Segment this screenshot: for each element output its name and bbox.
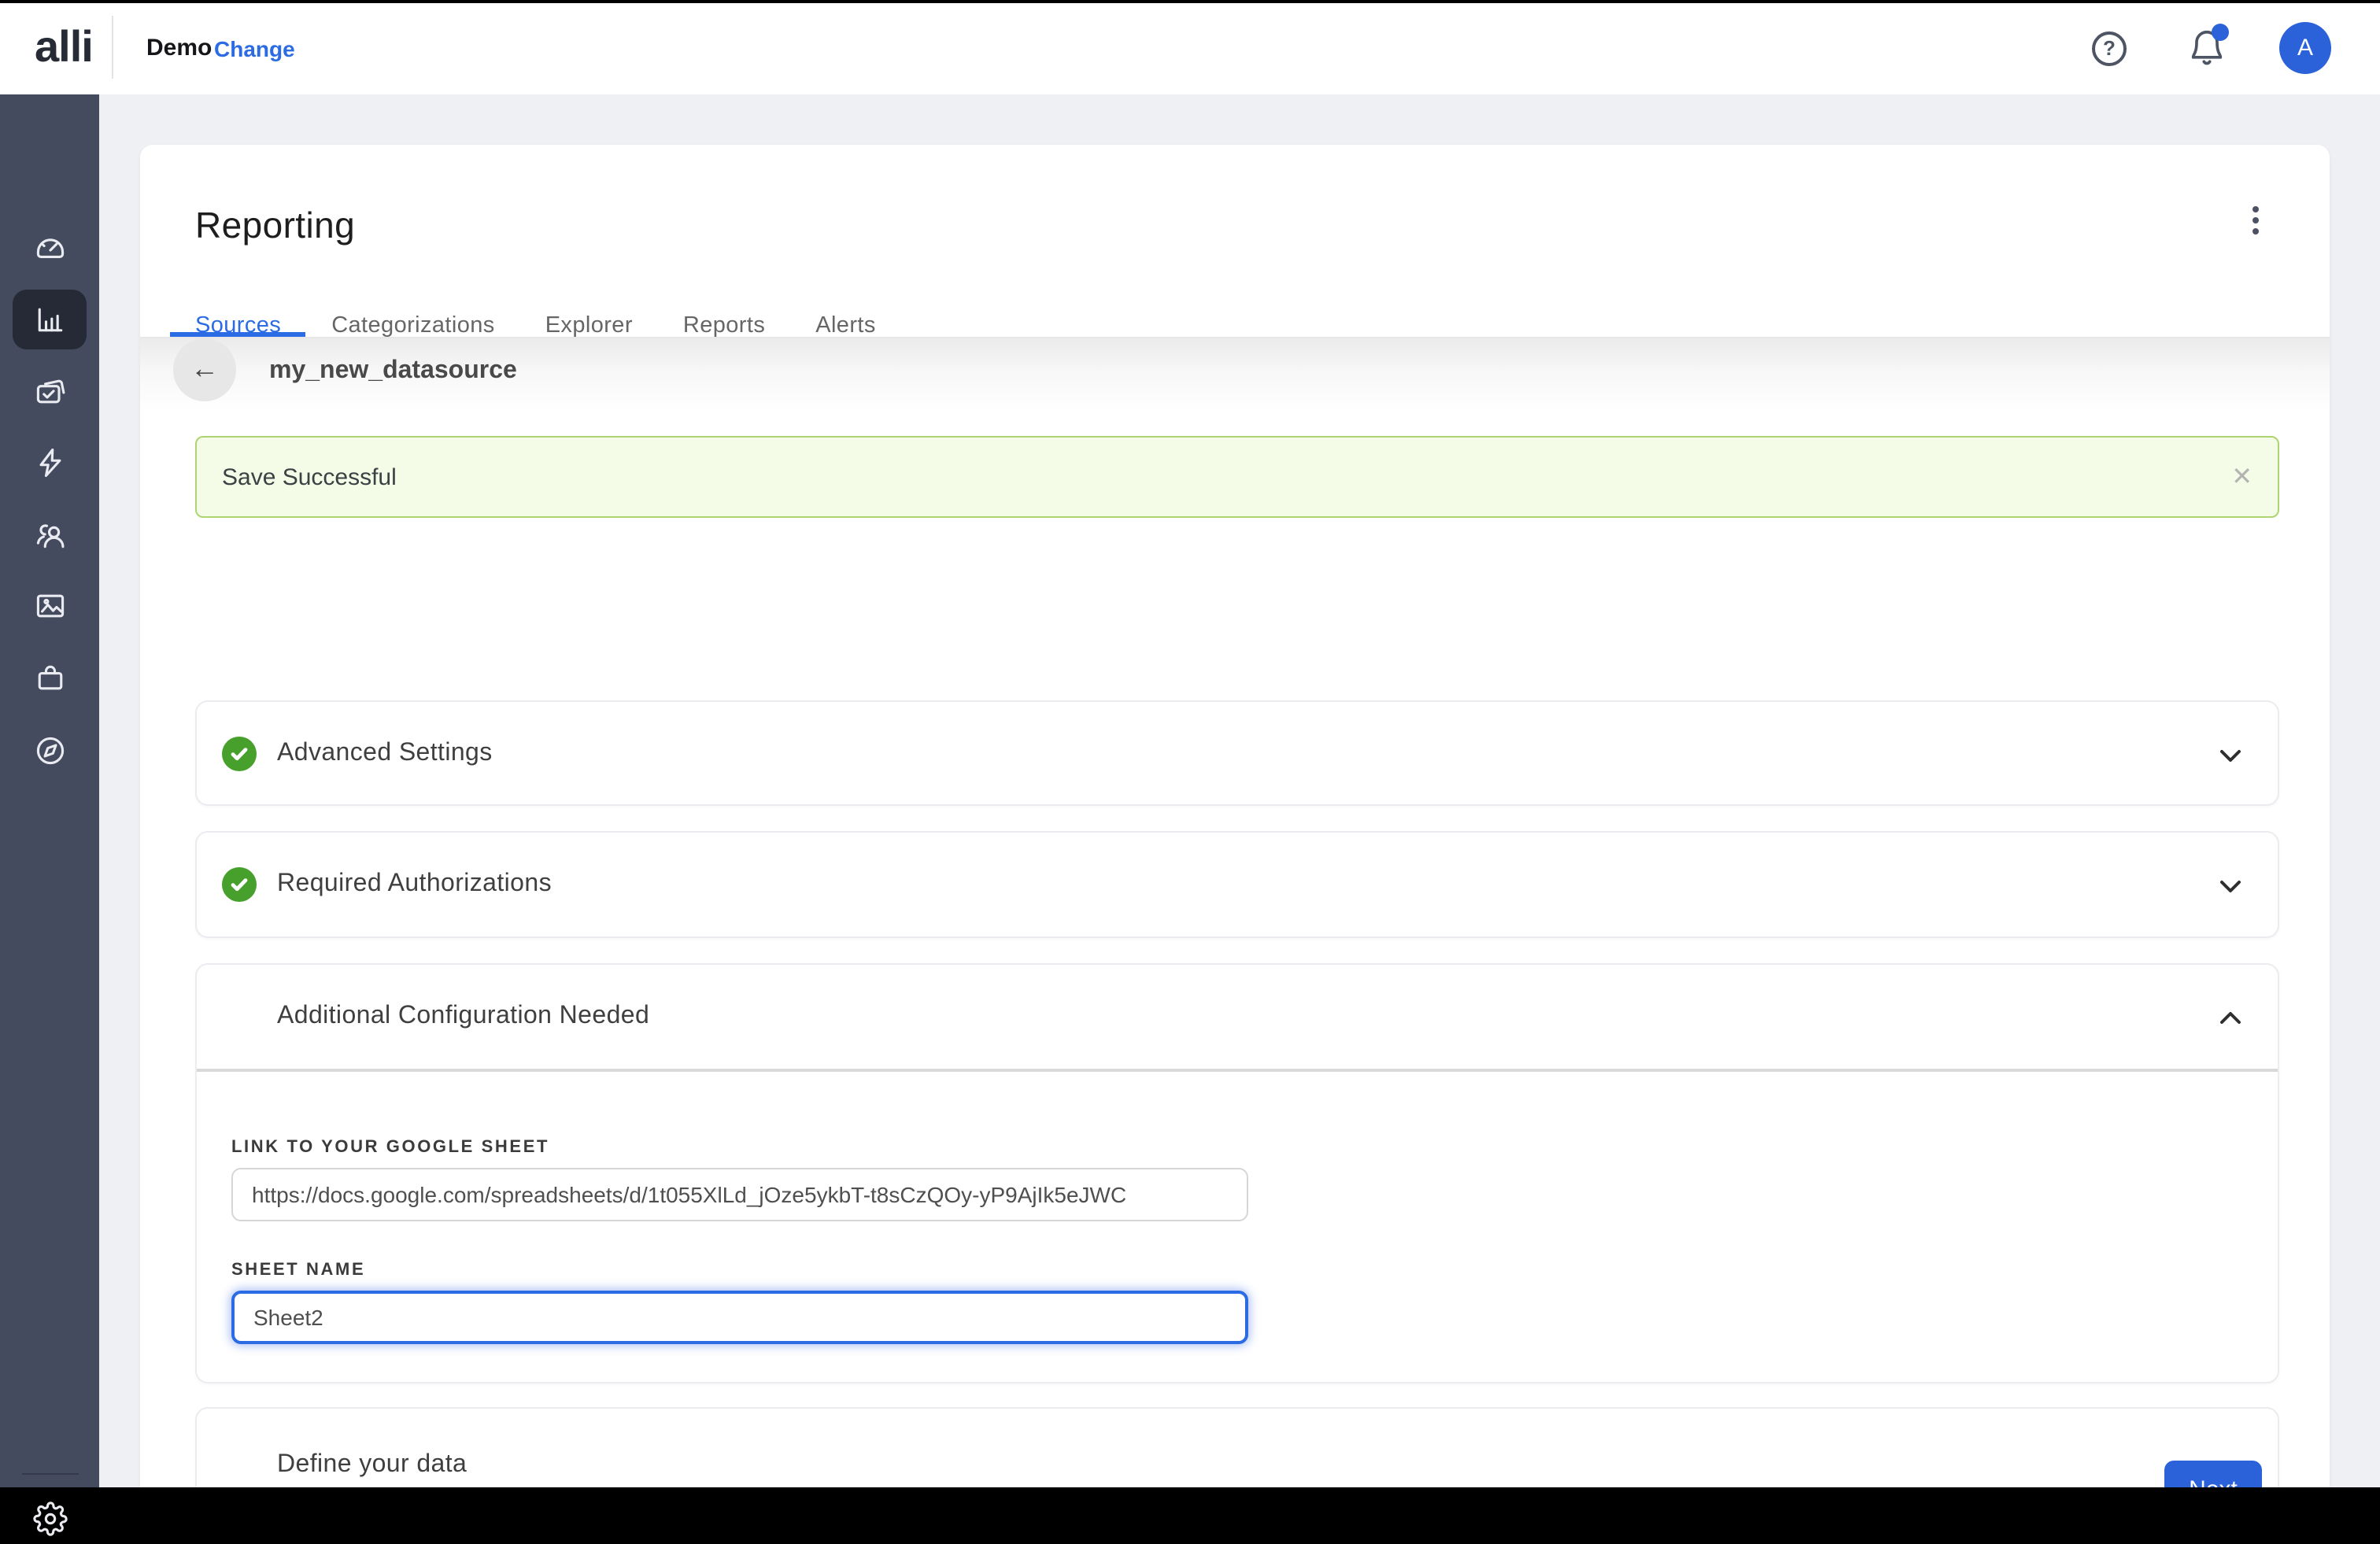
media-image-icon[interactable]: [33, 589, 68, 623]
sources-detail-scroll-area: ← my_new_datasource Save Successful ✕ Ad…: [140, 338, 2330, 1487]
accordion-title: Advanced Settings: [277, 740, 493, 768]
back-arrow-icon[interactable]: ←: [173, 338, 236, 401]
tab-alerts[interactable]: Alerts: [790, 313, 901, 337]
accordion-required-authorizations: Required Authorizations: [195, 831, 2279, 938]
check-circle-icon: [222, 867, 257, 902]
accordion-additional-configuration-header[interactable]: Additional Configuration Needed: [197, 965, 2278, 1069]
next-button[interactable]: Next: [2164, 1461, 2262, 1487]
chevron-down-icon: [2218, 874, 2243, 899]
accordion-define-your-data: Define your data: [195, 1407, 2279, 1487]
automation-lightning-icon[interactable]: [33, 445, 68, 480]
check-circle-icon: [222, 737, 257, 771]
settings-gear-icon[interactable]: [33, 1502, 68, 1536]
change-account-link[interactable]: Change: [214, 36, 295, 61]
notification-badge-dot: [2212, 24, 2229, 41]
accordion-define-your-data-header[interactable]: Define your data: [197, 1409, 2278, 1487]
banner-message: Save Successful: [222, 464, 397, 491]
accordion-additional-configuration: Additional Configuration Needed LINK TO …: [195, 963, 2279, 1383]
tasks-clipboard-icon[interactable]: [33, 375, 68, 409]
save-success-banner: Save Successful ✕: [195, 436, 2279, 518]
sheet-name-input[interactable]: [231, 1291, 1248, 1344]
reporting-bar-chart-icon[interactable]: [33, 302, 68, 337]
reporting-card: Reporting Sources Categorizations Explor…: [140, 145, 2330, 1487]
dashboard-gauge-icon[interactable]: [33, 230, 68, 264]
banner-close-icon[interactable]: ✕: [2231, 461, 2252, 493]
account-name: Demo: [146, 35, 212, 61]
page-title: Reporting: [195, 205, 355, 247]
active-tab-underline: [170, 332, 305, 337]
sidebar-divider: [22, 1473, 79, 1475]
accordion-title: Define your data: [277, 1451, 467, 1479]
screen-top-edge: [0, 0, 2380, 3]
accordion-divider: [197, 1069, 2278, 1071]
accordion-advanced-settings-header[interactable]: Advanced Settings: [197, 702, 2278, 806]
alli-logo: alli: [35, 20, 93, 74]
accordion-title: Additional Configuration Needed: [277, 1003, 649, 1031]
explore-compass-icon[interactable]: [33, 733, 68, 768]
more-options-kebab-icon[interactable]: [2237, 201, 2275, 239]
datasource-header-row: ← my_new_datasource: [140, 338, 2330, 411]
app-viewport: alli Demo Change ? A: [0, 0, 2380, 1487]
accordion-advanced-settings: Advanced Settings: [195, 700, 2279, 806]
sheet-name-label: SHEET NAME: [231, 1261, 365, 1280]
notifications-bell-icon[interactable]: [2186, 28, 2227, 69]
top-bar: alli Demo Change ? A: [0, 0, 2380, 94]
accordion-title: Required Authorizations: [277, 870, 552, 899]
chevron-down-icon: [2218, 743, 2243, 768]
help-icon[interactable]: ?: [2092, 31, 2127, 66]
chevron-up-icon: [2218, 1006, 2243, 1031]
accordion-required-authorizations-header[interactable]: Required Authorizations: [197, 833, 2278, 936]
tab-reports[interactable]: Reports: [658, 313, 790, 337]
audience-users-icon[interactable]: [33, 518, 68, 552]
google-sheet-link-input[interactable]: [231, 1168, 1248, 1221]
sidebar-nav: [0, 94, 99, 1487]
topbar-divider: [112, 16, 113, 79]
datasource-name: my_new_datasource: [269, 357, 517, 386]
google-sheet-link-label: LINK TO YOUR GOOGLE SHEET: [231, 1138, 549, 1157]
user-avatar[interactable]: A: [2279, 22, 2331, 74]
tab-explorer[interactable]: Explorer: [520, 313, 658, 337]
tab-categorizations[interactable]: Categorizations: [306, 313, 520, 337]
jobs-briefcase-icon[interactable]: [33, 661, 68, 696]
